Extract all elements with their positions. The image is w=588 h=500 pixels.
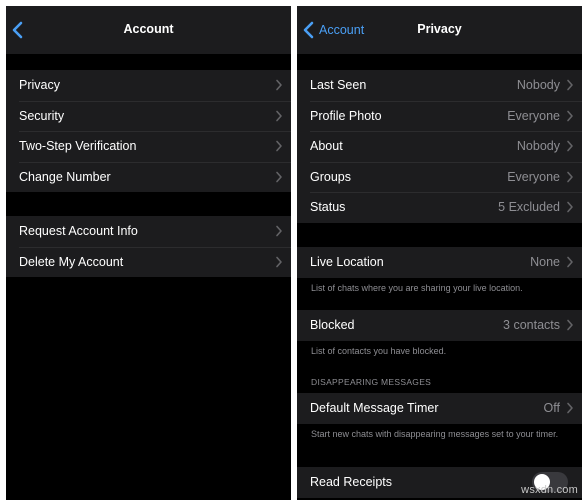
settings-item-value: Nobody bbox=[516, 78, 560, 93]
settings-item-request-account-info[interactable]: Request Account Info bbox=[6, 216, 291, 247]
settings-item-label: Privacy bbox=[19, 78, 60, 93]
chevron-right-icon bbox=[567, 256, 573, 268]
chevron-right-icon bbox=[567, 110, 573, 122]
live-location-footnote: List of chats where you are sharing your… bbox=[311, 283, 523, 293]
chevron-right-icon bbox=[567, 201, 573, 213]
settings-item-label: Two-Step Verification bbox=[19, 139, 137, 154]
page-title: Account bbox=[123, 22, 174, 36]
navigation-bar: Account Privacy bbox=[297, 6, 582, 54]
settings-item-value: 5 Excluded bbox=[498, 200, 560, 215]
chevron-right-icon bbox=[567, 319, 573, 331]
settings-item-label: Profile Photo bbox=[310, 108, 382, 123]
settings-group: Default Message Timer Off bbox=[297, 393, 582, 424]
chevron-right-icon bbox=[276, 256, 282, 268]
settings-item-label: Delete My Account bbox=[19, 254, 124, 269]
settings-item-value: Off bbox=[543, 401, 560, 416]
page-title: Privacy bbox=[417, 22, 462, 36]
settings-item-label: Live Location bbox=[310, 255, 384, 270]
chevron-right-icon bbox=[567, 79, 573, 91]
section-header: DISAPPEARING MESSAGES bbox=[311, 377, 432, 387]
disappearing-messages-footnote: Start new chats with disappearing messag… bbox=[311, 429, 559, 439]
chevron-right-icon bbox=[276, 171, 282, 183]
settings-item-delete-my-account[interactable]: Delete My Account bbox=[6, 246, 291, 278]
settings-item-status[interactable]: Status 5 Excluded bbox=[297, 192, 582, 223]
settings-item-label: Status bbox=[310, 200, 346, 215]
settings-item-label: Security bbox=[19, 108, 65, 123]
settings-group: Last Seen Nobody Profile Photo Everyone … bbox=[297, 70, 582, 223]
settings-item-label: Groups bbox=[310, 169, 351, 184]
settings-item-last-seen[interactable]: Last Seen Nobody bbox=[297, 70, 582, 101]
settings-group: Blocked 3 contacts bbox=[297, 310, 582, 341]
settings-item-privacy[interactable]: Privacy bbox=[6, 70, 291, 101]
settings-item-security[interactable]: Security bbox=[6, 100, 291, 132]
chevron-right-icon bbox=[567, 402, 573, 414]
blocked-footnote: List of contacts you have blocked. bbox=[311, 346, 447, 356]
settings-item-groups[interactable]: Groups Everyone bbox=[297, 161, 582, 193]
settings-group: Request Account Info Delete My Account bbox=[6, 216, 291, 277]
settings-item-value: 3 contacts bbox=[503, 318, 560, 333]
settings-item-value: Everyone bbox=[507, 108, 560, 123]
settings-item-value: Nobody bbox=[516, 139, 560, 154]
settings-item-label: Blocked bbox=[310, 318, 355, 333]
settings-item-blocked[interactable]: Blocked 3 contacts bbox=[297, 310, 582, 341]
settings-item-default-message-timer[interactable]: Default Message Timer Off bbox=[297, 393, 582, 424]
account-screen: Account Privacy Security Two-Step Verifi… bbox=[6, 6, 291, 500]
chevron-right-icon bbox=[276, 225, 282, 237]
settings-item-two-step-verification[interactable]: Two-Step Verification bbox=[6, 131, 291, 162]
chevron-right-icon bbox=[276, 110, 282, 122]
settings-item-label: About bbox=[310, 139, 343, 154]
watermark: wsxdn.com bbox=[521, 484, 578, 496]
privacy-screen: Account Privacy Last Seen Nobody Profile… bbox=[297, 6, 582, 500]
settings-item-value: None bbox=[530, 255, 560, 270]
settings-item-label: Change Number bbox=[19, 169, 111, 184]
settings-item-profile-photo[interactable]: Profile Photo Everyone bbox=[297, 100, 582, 132]
settings-group: Live Location None bbox=[297, 247, 582, 278]
settings-group: Privacy Security Two-Step Verification C… bbox=[6, 70, 291, 192]
settings-item-label: Default Message Timer bbox=[310, 401, 439, 416]
chevron-right-icon bbox=[567, 140, 573, 152]
settings-item-change-number[interactable]: Change Number bbox=[6, 161, 291, 193]
chevron-right-icon bbox=[567, 171, 573, 183]
settings-item-about[interactable]: About Nobody bbox=[297, 131, 582, 162]
navigation-bar: Account bbox=[6, 6, 291, 54]
chevron-right-icon bbox=[276, 140, 282, 152]
settings-item-label: Last Seen bbox=[310, 78, 367, 93]
settings-item-label: Request Account Info bbox=[19, 224, 138, 239]
settings-item-live-location[interactable]: Live Location None bbox=[297, 247, 582, 278]
settings-item-value: Everyone bbox=[507, 169, 560, 184]
chevron-right-icon bbox=[276, 79, 282, 91]
